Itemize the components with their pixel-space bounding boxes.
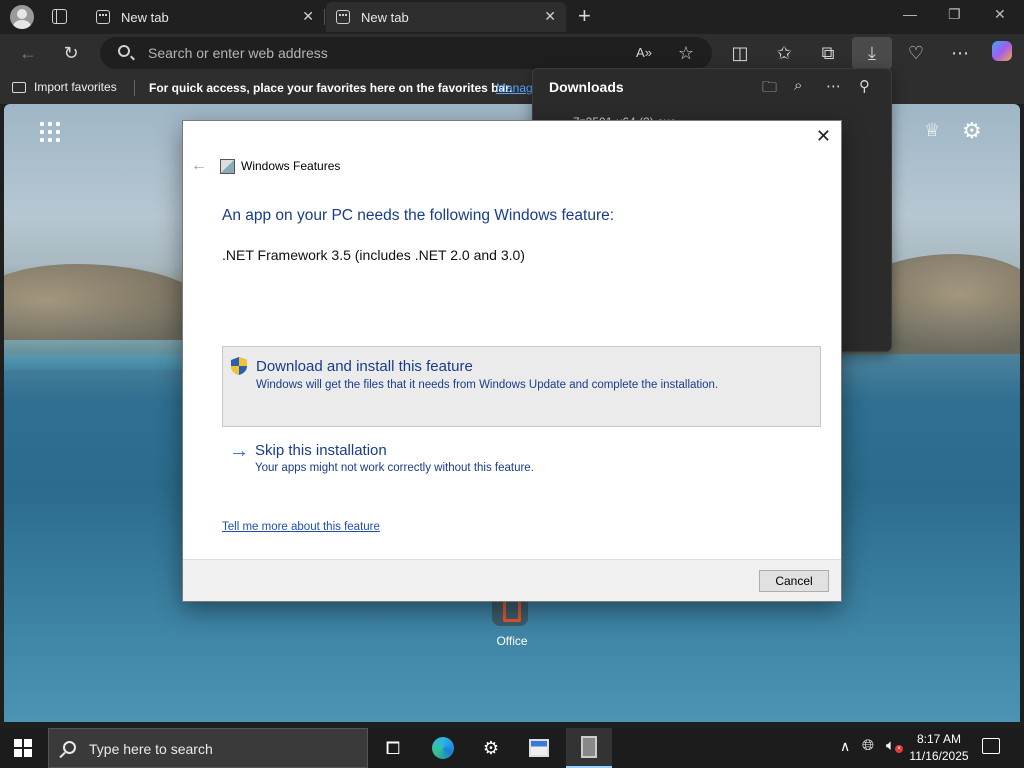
download-option-description: Windows will get the files that it needs… — [256, 379, 719, 391]
taskbar-search-text: Type here to search — [89, 741, 213, 757]
skip-option-description: Your apps might not work correctly witho… — [255, 462, 534, 474]
dialog-back-icon: ← — [191, 157, 207, 174]
cancel-button[interactable]: Cancel — [759, 570, 829, 592]
show-hidden-icons-chevron-icon[interactable]: ∧ — [840, 738, 850, 755]
search-icon — [63, 741, 76, 754]
network-icon[interactable]: 🌐︎ — [862, 737, 874, 754]
tab-label: New tab — [121, 9, 169, 25]
open-folder-icon[interactable]: 🗀 — [762, 77, 777, 102]
dialog-title: Windows Features — [241, 159, 341, 173]
new-tab-favicon-icon — [96, 10, 110, 24]
windows-features-logo — [529, 739, 549, 757]
import-icon — [12, 81, 26, 93]
dialog-heading: An app on your PC needs the following Wi… — [222, 207, 615, 224]
search-downloads-icon[interactable]: ⌕ — [794, 77, 802, 94]
pin-icon[interactable]: ⚲ — [859, 77, 870, 95]
edge-taskbar-icon[interactable] — [420, 728, 466, 768]
taskbar-search-box[interactable]: Type here to search — [48, 728, 368, 768]
tab-label: New tab — [361, 9, 409, 25]
tell-me-more-link[interactable]: Tell me more about this feature — [222, 521, 380, 533]
clock-time: 8:17 AM — [916, 732, 962, 746]
refresh-icon[interactable]: ↻ — [59, 41, 83, 65]
browser-essentials-icon[interactable]: ♡ — [904, 41, 928, 65]
more-icon[interactable]: ⋯ — [948, 41, 972, 65]
settings-taskbar-icon[interactable]: ⚙ — [468, 728, 514, 768]
manage-favorites-link[interactable]: Manage favorites now — [496, 81, 534, 95]
minimize-button[interactable]: — — [903, 6, 917, 22]
skip-option-title: Skip this installation — [255, 442, 387, 459]
uac-shield-icon — [231, 357, 247, 375]
rewards-icon[interactable]: ♕ — [924, 120, 944, 142]
tab-actions-menu-icon[interactable] — [52, 9, 67, 24]
import-favorites-label: Import favorites — [34, 80, 117, 94]
more-options-icon[interactable]: ⋯ — [826, 77, 841, 95]
new-tab-button[interactable]: + — [578, 4, 591, 28]
favorites-hint: For quick access, place your favorites h… — [149, 81, 513, 95]
tab-new-tab-1[interactable]: New tab ✕ — [86, 2, 324, 32]
page-settings-icon[interactable]: ⚙ — [962, 118, 982, 144]
browser-toolbar: ← ↻ A» ☆ ◫ ✩ ⧉ ⤓ ♡ ⋯ — [0, 34, 1024, 72]
downloads-button[interactable]: ⤓ — [852, 37, 892, 69]
required-feature-name: .NET Framework 3.5 (includes .NET 2.0 an… — [222, 247, 525, 263]
address-input[interactable] — [148, 43, 618, 63]
dialog-close-button[interactable]: ✕ — [816, 127, 831, 145]
skip-installation-option[interactable]: → Skip this installation Your apps might… — [222, 439, 821, 481]
notification-center-icon[interactable] — [982, 738, 1000, 754]
copilot-icon[interactable] — [990, 41, 1014, 65]
windows-taskbar: Type here to search ⧠ ⚙ ∧ 🌐︎ 🔈︎ × 8:17 AM… — [0, 728, 1024, 768]
office-shortcut-label[interactable]: Office — [474, 634, 550, 648]
favorites-divider — [134, 80, 135, 96]
profile-avatar-icon[interactable] — [10, 5, 34, 29]
arrow-right-icon: → — [229, 440, 249, 462]
back-icon[interactable]: ← — [16, 41, 40, 65]
restore-button[interactable]: ❐ — [948, 6, 961, 23]
dialog-footer: Cancel — [183, 559, 841, 601]
new-tab-favicon-icon — [336, 10, 350, 24]
read-aloud-icon[interactable]: A» — [632, 41, 656, 65]
windows-features-app-icon — [220, 159, 235, 174]
task-view-button[interactable]: ⧠ — [370, 728, 416, 768]
import-favorites-button[interactable]: Import favorites — [12, 80, 117, 94]
close-tab-icon[interactable]: ✕ — [302, 8, 314, 25]
favorites-icon[interactable]: ✩ — [772, 41, 796, 65]
split-screen-icon[interactable]: ◫ — [728, 41, 752, 65]
downloads-title: Downloads — [549, 79, 624, 95]
setup-logo — [581, 736, 597, 758]
close-tab-icon[interactable]: ✕ — [544, 8, 556, 25]
close-window-button[interactable]: ✕ — [994, 6, 1006, 23]
tab-divider — [324, 9, 325, 25]
muted-badge: × — [895, 745, 903, 753]
windows-features-dialog: ✕ ← Windows Features An app on your PC n… — [183, 121, 841, 601]
copilot-logo — [992, 41, 1012, 61]
clock-date: 11/16/2025 — [909, 749, 969, 763]
downloads-icon: ⤓ — [868, 43, 876, 63]
windows-features-taskbar-icon[interactable] — [516, 728, 562, 768]
taskbar-clock[interactable]: 8:17 AM 11/16/2025 — [906, 731, 972, 765]
setup-taskbar-icon[interactable] — [566, 728, 612, 768]
edge-logo — [432, 737, 454, 759]
search-icon — [118, 45, 130, 57]
download-option-title: Download and install this feature — [256, 358, 473, 375]
favorite-star-icon[interactable]: ☆ — [674, 41, 698, 65]
start-button[interactable] — [14, 739, 32, 757]
collections-icon[interactable]: ⧉ — [816, 41, 840, 65]
browser-tab-bar: New tab ✕ New tab ✕ + — ❐ ✕ — [0, 0, 1024, 34]
download-install-option[interactable]: Download and install this feature Window… — [222, 346, 821, 427]
address-bar[interactable]: A» ☆ — [100, 37, 712, 69]
tab-new-tab-2[interactable]: New tab ✕ — [326, 2, 566, 32]
app-launcher-icon[interactable] — [40, 122, 60, 142]
volume-muted-icon[interactable]: 🔈︎ × — [886, 737, 903, 754]
